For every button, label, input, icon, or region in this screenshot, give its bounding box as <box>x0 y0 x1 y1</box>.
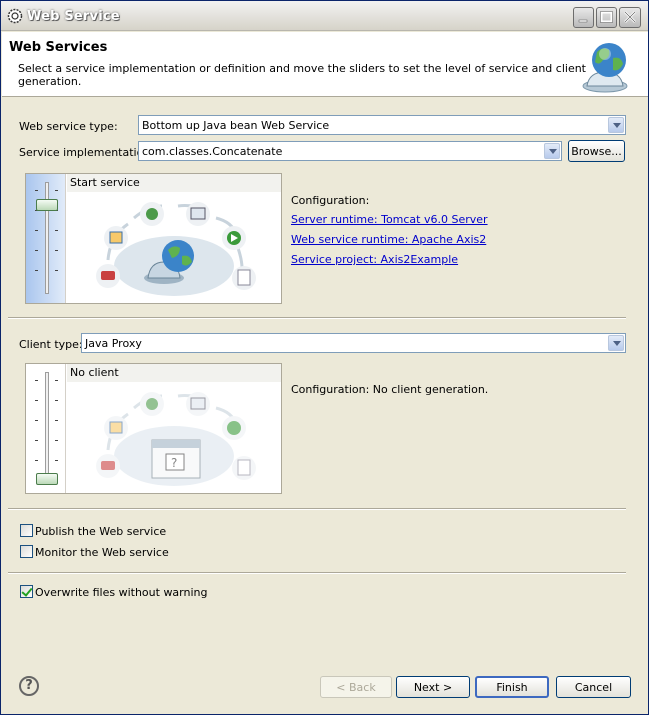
chevron-down-icon[interactable] <box>608 335 624 351</box>
close-icon <box>624 11 636 23</box>
web-service-type-dropdown[interactable]: Bottom up Java bean Web Service <box>138 115 626 135</box>
client-level-label: No client <box>70 366 119 379</box>
client-lifecycle-illustration: ? <box>96 392 256 486</box>
cancel-button[interactable]: Cancel <box>556 676 631 698</box>
web-service-type-label: Web service type: <box>19 120 118 133</box>
overwrite-label: Overwrite files without warning <box>35 586 208 599</box>
banner: Web Services Select a service implementa… <box>2 32 648 97</box>
service-project-link[interactable]: Service project: Axis2Example <box>291 253 458 266</box>
globe-service-icon <box>582 43 628 93</box>
separator <box>8 508 626 510</box>
service-level-header: Start service <box>67 174 281 192</box>
maximize-button[interactable] <box>596 7 617 28</box>
banner-description: Select a service implementation or defin… <box>18 62 586 88</box>
client-slider-thumb[interactable] <box>36 473 58 485</box>
service-implementation-combo[interactable]: com.classes.Concatenate <box>138 141 562 161</box>
client-type-dropdown[interactable]: Java Proxy <box>81 333 626 353</box>
finish-button[interactable]: Finish <box>475 676 549 698</box>
service-level-label: Start service <box>70 176 140 189</box>
chevron-down-icon[interactable] <box>544 143 560 159</box>
service-level-slider[interactable] <box>26 174 66 303</box>
client-level-header: No client <box>67 364 281 382</box>
title-bar[interactable]: Web Service <box>1 1 648 31</box>
monitor-checkbox[interactable] <box>20 545 33 558</box>
web-service-runtime-link[interactable]: Web service runtime: Apache Axis2 <box>291 233 486 246</box>
separator <box>8 317 626 319</box>
client-slider-panel: No client ? <box>25 363 282 494</box>
browse-button[interactable]: Browse... <box>568 140 625 162</box>
close-button[interactable] <box>619 7 641 28</box>
slider-track <box>45 372 49 484</box>
publish-checkbox[interactable] <box>20 524 33 537</box>
svg-text:?: ? <box>171 456 177 470</box>
browse-button-label: Browse... <box>571 144 622 158</box>
finish-button-label: Finish <box>496 680 528 694</box>
service-slider-panel: Start service <box>25 173 282 304</box>
client-configuration-text: Configuration: No client generation. <box>291 383 489 396</box>
client-type-value: Java Proxy <box>85 337 142 350</box>
eclipse-gear-icon <box>7 8 23 24</box>
maximize-icon <box>600 11 613 23</box>
next-button-label: Next > <box>413 680 453 694</box>
service-implementation-value: com.classes.Concatenate <box>142 145 283 158</box>
next-button[interactable]: Next > <box>396 676 470 698</box>
publish-label: Publish the Web service <box>35 525 167 538</box>
back-button-label: < Back <box>336 680 376 694</box>
chevron-down-icon[interactable] <box>608 117 624 133</box>
cancel-button-label: Cancel <box>574 680 613 694</box>
banner-title: Web Services <box>9 40 108 55</box>
service-configuration-label: Configuration: <box>291 194 370 207</box>
client-type-label: Client type: <box>19 338 83 351</box>
web-service-type-value: Bottom up Java bean Web Service <box>142 119 330 132</box>
minimize-button[interactable] <box>573 7 594 28</box>
monitor-label: Monitor the Web service <box>35 546 169 559</box>
client-level-slider[interactable] <box>26 364 66 493</box>
service-lifecycle-illustration <box>96 202 256 296</box>
service-implementation-label: Service implementation: <box>19 146 155 159</box>
web-service-dialog: Web Service Web Services Select a servic… <box>0 0 649 715</box>
back-button: < Back <box>320 676 392 698</box>
window-title: Web Service <box>27 9 120 24</box>
minimize-icon <box>578 19 588 23</box>
separator <box>8 572 626 574</box>
server-runtime-link[interactable]: Server runtime: Tomcat v6.0 Server <box>291 213 488 226</box>
help-icon[interactable]: ? <box>19 676 39 696</box>
service-slider-thumb[interactable] <box>36 199 58 211</box>
overwrite-checkbox[interactable] <box>20 585 33 598</box>
